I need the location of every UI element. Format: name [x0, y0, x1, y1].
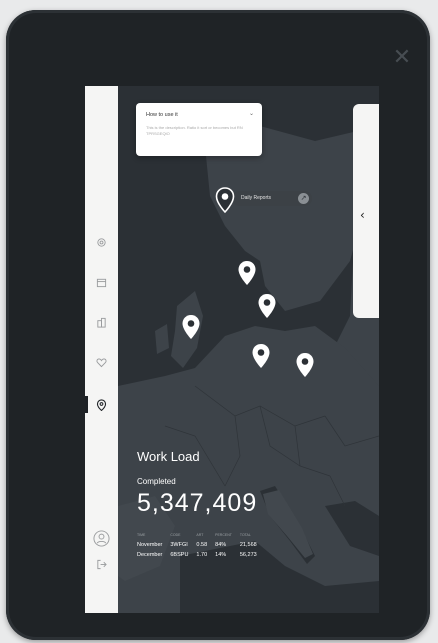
close-icon[interactable]: ✕ [390, 46, 414, 70]
table-row: November 3WFGI 0.58 84% 21,568 [137, 540, 265, 550]
chevron-left-icon[interactable]: ‹ [360, 208, 365, 222]
app-screen: Daily Reports ↗ How to use it ⌄ This is … [85, 86, 379, 613]
heart-icon[interactable] [93, 354, 110, 371]
table-cell: December [137, 552, 163, 558]
table-cell: 56,273 [239, 552, 257, 558]
map-pin-outline-icon[interactable] [215, 187, 235, 213]
map-pin-icon[interactable] [295, 352, 315, 378]
table-cell: 6BSPU [170, 552, 189, 558]
calendar-icon[interactable] [93, 274, 110, 291]
map-pin-icon[interactable] [251, 343, 271, 369]
table-cell: 1.70 [196, 552, 208, 558]
daily-reports-chip[interactable]: Daily Reports ↗ [232, 191, 312, 206]
building-icon[interactable] [93, 314, 110, 331]
completed-value: 5,347,409 [137, 489, 258, 517]
arrow-up-right-icon[interactable]: ↗ [298, 193, 309, 204]
column-header: TIME [137, 533, 146, 537]
map-pin-icon[interactable] [181, 314, 201, 340]
table-row: December 6BSPU 1.70 14% 56,273 [137, 550, 265, 560]
daily-reports-label: Daily Reports [241, 195, 272, 201]
user-icon[interactable] [92, 529, 111, 548]
help-card-text: This is the description. Ratio it sort o… [146, 125, 243, 136]
map-pin-icon[interactable] [257, 293, 277, 319]
column-header: PERCENT [215, 533, 232, 537]
help-card[interactable]: How to use it ⌄ This is the description.… [136, 103, 262, 156]
table-cell: 84% [215, 542, 227, 548]
workload-table: TIME CODE ART PERCENT TOTAL November 3WF… [137, 533, 265, 560]
right-side-panel[interactable]: ‹ [353, 104, 379, 318]
completed-label: Completed [137, 477, 176, 486]
gear-icon[interactable] [93, 234, 110, 251]
location-pin-icon[interactable] [93, 396, 110, 413]
table-cell: November [137, 542, 163, 548]
column-header: TOTAL [239, 533, 251, 537]
table-cell: 14% [215, 552, 227, 558]
table-header-row: TIME CODE ART PERCENT TOTAL [137, 533, 265, 540]
table-cell: 0.58 [196, 542, 208, 548]
help-card-title: How to use it [146, 112, 178, 118]
column-header: CODE [170, 533, 181, 537]
column-header: ART [196, 533, 204, 537]
chevron-down-icon[interactable]: ⌄ [249, 110, 254, 117]
active-indicator [85, 396, 88, 413]
table-cell: 21,568 [239, 542, 257, 548]
map-pin-icon[interactable] [237, 260, 257, 286]
tablet-device: ✕ Daily Reports ↗ How to use it ⌄ This i… [6, 10, 430, 640]
sidebar [85, 86, 118, 613]
table-cell: 3WFGI [170, 542, 188, 548]
workload-title: Work Load [137, 449, 200, 464]
logout-icon[interactable] [93, 556, 110, 573]
